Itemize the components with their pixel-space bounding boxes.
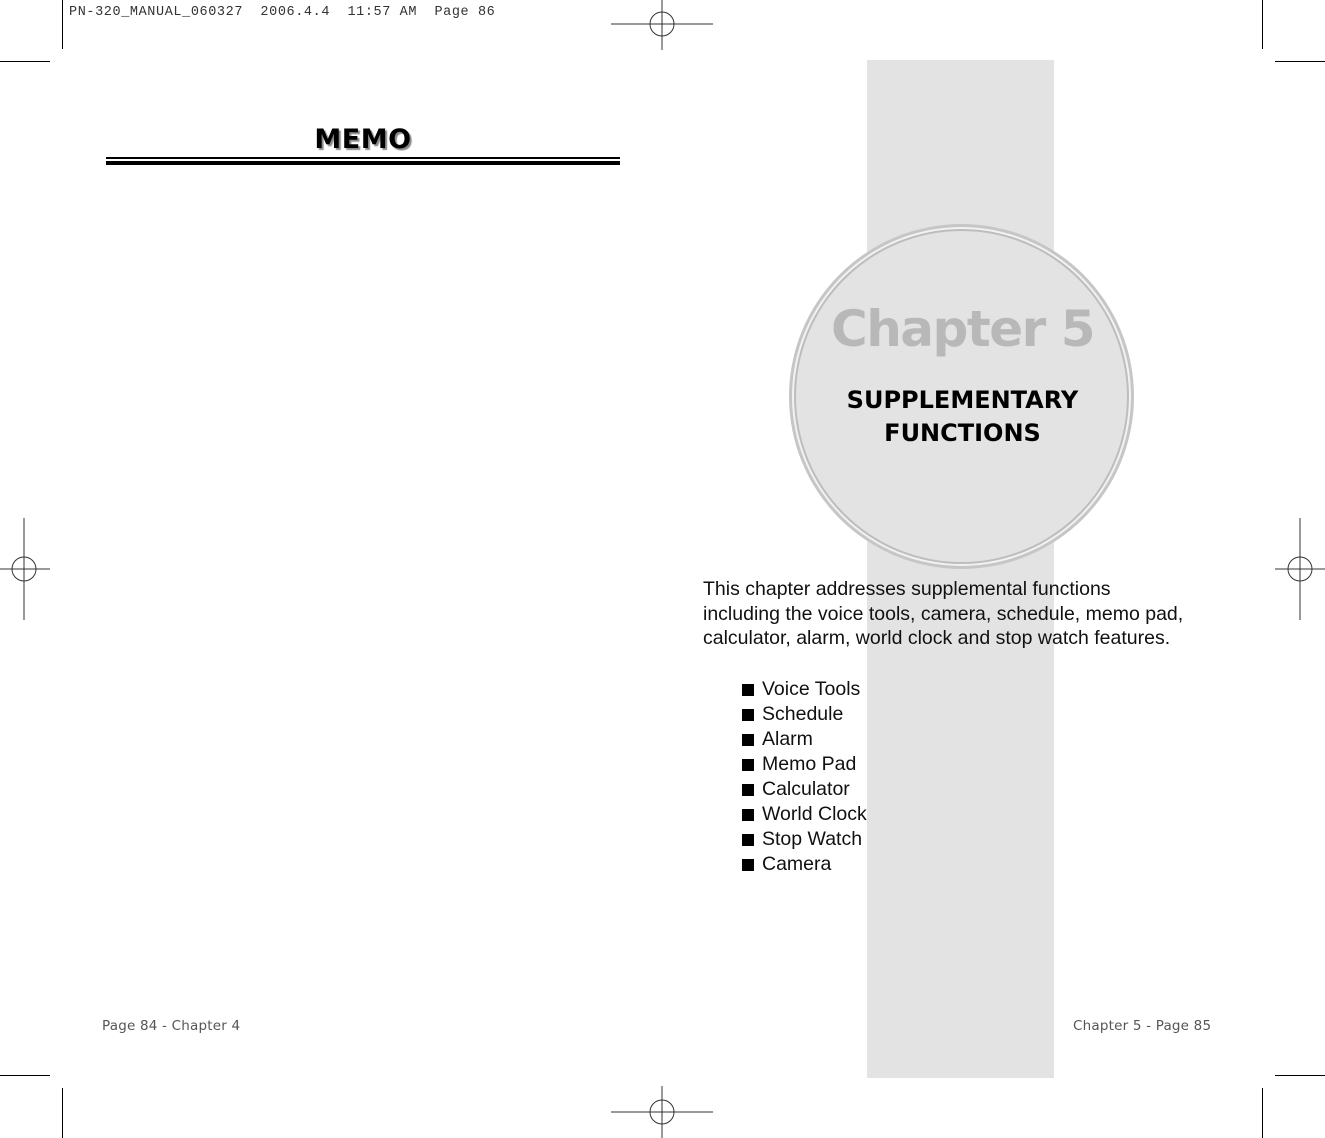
feature-item: World Clock [742,802,867,827]
chapter-title-line: FUNCTIONS [884,419,1041,447]
square-bullet-icon [742,758,754,771]
feature-label: Voice Tools [762,678,861,700]
crosshair-circle-icon [1275,518,1325,620]
square-bullet-icon [742,708,754,721]
crosshair-circle-icon [611,1086,713,1138]
square-bullet-icon [742,833,754,846]
page-footer-left: Page 84 - Chapter 4 [102,1018,241,1034]
feature-item: Camera [742,852,867,877]
feature-label: Schedule [762,703,844,725]
feature-item: Calculator [742,777,867,802]
crosshair-circle-icon [611,0,713,50]
chapter-title: SUPPLEMENTARY FUNCTIONS [790,384,1135,450]
intro-line: including the voice tools, camera, sched… [703,602,1184,625]
square-bullet-icon [742,733,754,746]
feature-item: Voice Tools [742,677,867,702]
feature-item: Alarm [742,727,867,752]
crop-mark-bottom-left-v [62,1088,63,1138]
crop-mark-bottom-right-v [1262,1088,1263,1138]
square-bullet-icon [742,808,754,821]
crop-mark-top-left-h [0,61,50,62]
crop-mark-bottom-right-h [1275,1075,1325,1076]
feature-label: Stop Watch [762,828,863,850]
feature-label: Alarm [762,728,813,750]
chapter-intro: This chapter addresses supplemental func… [703,577,1243,651]
crosshair-circle-icon [0,518,50,620]
feature-label: Memo Pad [762,753,857,775]
chapter-title-line: SUPPLEMENTARY [846,386,1079,414]
feature-label: Camera [762,853,832,875]
square-bullet-icon [742,683,754,696]
feature-label: Calculator [762,778,850,800]
print-slug: PN-320_MANUAL_060327 2006.4.4 11:57 AM P… [69,5,496,20]
crop-mark-top-left-v [62,0,63,49]
chapter-band [867,60,1054,1078]
title-rule [106,161,620,165]
square-bullet-icon [742,783,754,796]
page-footer-right: Chapter 5 - Page 85 [1073,1018,1212,1034]
intro-line: calculator, alarm, world clock and stop … [703,627,1171,649]
memo-title: MEMO [314,124,412,155]
feature-item: Memo Pad [742,752,867,777]
crop-mark-top-right-v [1262,0,1263,49]
intro-line: This chapter addresses supplemental func… [703,578,1111,600]
title-rule [106,157,620,159]
square-bullet-icon [742,858,754,871]
crop-mark-top-right-h [1275,61,1325,62]
feature-item: Schedule [742,702,867,727]
feature-list: Voice Tools Schedule Alarm Memo Pad Calc… [742,677,867,877]
chapter-label: Chapter 5 [831,300,1096,358]
feature-label: World Clock [762,803,867,825]
crop-mark-bottom-left-h [0,1075,50,1076]
feature-item: Stop Watch [742,827,867,852]
